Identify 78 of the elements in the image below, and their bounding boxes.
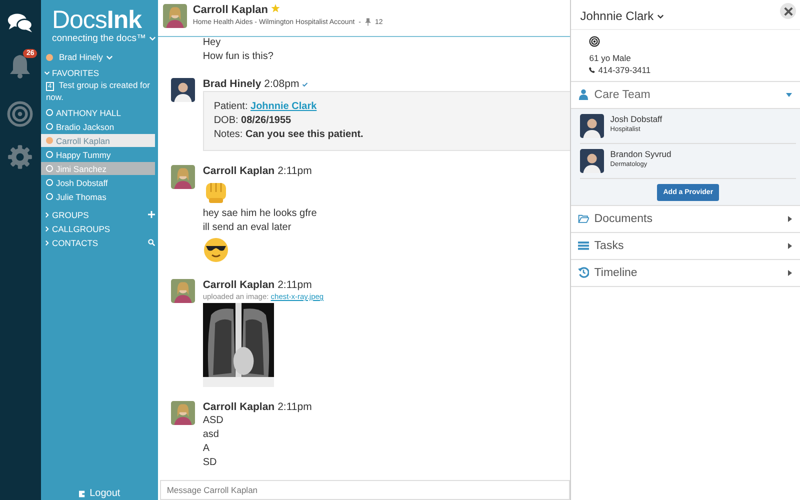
- author-name: Carroll Kaplan: [202, 165, 275, 177]
- avatar: [170, 279, 195, 303]
- contact-item[interactable]: Happy Tummy: [40, 148, 155, 162]
- target-icon[interactable]: [7, 101, 34, 127]
- message-input[interactable]: Message Carroll Kaplan: [160, 480, 570, 500]
- patient-name[interactable]: Johnnie Clark: [580, 9, 654, 23]
- add-icon[interactable]: [148, 211, 155, 218]
- contact-item[interactable]: Carroll Kaplan: [40, 134, 155, 148]
- avatar: [170, 401, 195, 425]
- section-header[interactable]: CONTACTS: [52, 238, 98, 248]
- settings-icon[interactable]: [7, 144, 34, 170]
- phone-icon: [589, 67, 596, 73]
- list-icon: [578, 240, 590, 251]
- avatar: [580, 149, 604, 173]
- avatar: [580, 114, 604, 138]
- message-text: Hey: [202, 37, 222, 50]
- close-button[interactable]: [780, 3, 796, 19]
- person-icon: [578, 89, 590, 100]
- field-label: Patient:: [214, 101, 248, 112]
- field-value: 08/26/1955: [241, 115, 292, 126]
- author-name: Carroll Kaplan: [202, 401, 275, 413]
- field-label: Notes:: [214, 129, 243, 140]
- close-icon: [784, 6, 793, 16]
- contact-item[interactable]: Julie Thomas: [40, 190, 155, 204]
- tagline: connecting the docs™: [52, 33, 146, 44]
- section-header[interactable]: Tasks: [571, 233, 800, 259]
- logout-link[interactable]: Logout: [78, 488, 120, 499]
- author-name: Carroll Kaplan: [202, 279, 275, 291]
- contact-name: Carroll Kaplan: [192, 4, 268, 16]
- avatar: [170, 78, 195, 102]
- chevron-icon: [44, 240, 49, 246]
- user-name[interactable]: Brad Hinely: [58, 52, 103, 62]
- field-label: DOB:: [214, 115, 238, 126]
- patient-link[interactable]: Johnnie Clark: [250, 101, 317, 112]
- history-icon: [578, 267, 590, 278]
- message-text: hey sae him he looks gfre: [202, 207, 318, 221]
- field-value: Can you see this patient.: [246, 129, 364, 140]
- chevron-icon: [44, 226, 49, 232]
- status-dot: [46, 54, 53, 60]
- contact-item[interactable]: ANTHONY HALL: [40, 106, 155, 120]
- message-text: asd: [202, 428, 220, 442]
- section-header[interactable]: GROUPS: [52, 210, 89, 220]
- contact-item[interactable]: Josh Dobstaff: [40, 176, 155, 190]
- message-text: How fun is this?: [202, 50, 274, 64]
- folder-icon: [578, 213, 590, 224]
- section-header[interactable]: CALLGROUPS: [52, 224, 110, 234]
- provider-name: Josh Dobstaff: [610, 114, 662, 124]
- message-text: A: [202, 442, 210, 456]
- target-icon: [589, 36, 600, 47]
- timestamp: 2:11pm: [278, 401, 312, 413]
- star-icon[interactable]: [271, 4, 280, 13]
- timestamp: 2:11pm: [278, 165, 312, 177]
- avatar: [162, 4, 187, 28]
- favorites-header[interactable]: FAVORITES: [52, 68, 100, 78]
- avatar: [170, 165, 195, 189]
- pin-icon: [365, 18, 372, 26]
- provider-name: Brandon Syvrud: [610, 149, 672, 159]
- section-header[interactable]: Timeline: [571, 260, 800, 286]
- message-text: ill send an eval later: [202, 221, 292, 235]
- contact-item[interactable]: Bradio Jackson: [40, 120, 155, 134]
- search-icon[interactable]: [148, 239, 155, 246]
- check-icon: [302, 82, 308, 87]
- chevron-icon: [44, 71, 50, 75]
- message-text: SD: [202, 456, 218, 470]
- author-name: Brad Hinely: [202, 78, 262, 90]
- age-sex: 61 yo Male: [589, 53, 632, 63]
- phone-number: 414-379-3411: [598, 65, 651, 75]
- section-header[interactable]: Documents: [571, 206, 800, 232]
- chevron-icon: [44, 212, 49, 218]
- message-text: ASD: [202, 414, 224, 428]
- timestamp: 2:08pm: [264, 78, 300, 90]
- caret-icon[interactable]: [656, 14, 664, 18]
- logo: DocsInk: [50, 5, 143, 33]
- contact-item[interactable]: Jimi Sanchez: [40, 162, 155, 176]
- logout-icon: [78, 490, 87, 498]
- timestamp: 2:11pm: [278, 279, 312, 291]
- sunglasses-face-icon: [202, 237, 229, 263]
- section-header[interactable]: Care Team: [571, 82, 800, 108]
